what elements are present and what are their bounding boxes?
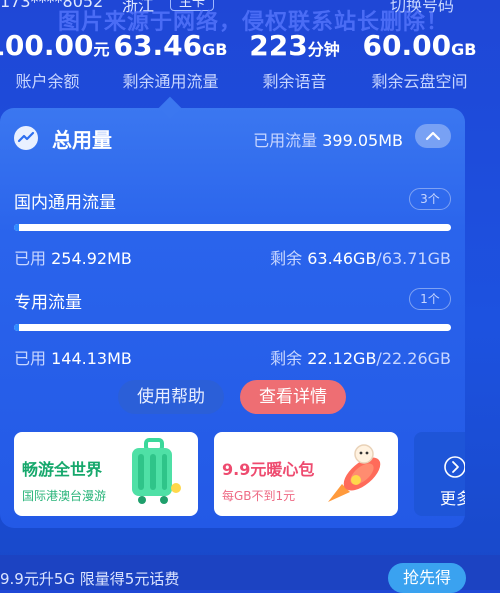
stat-label: 剩余通用流量	[122, 72, 219, 91]
rocket-icon	[328, 444, 381, 502]
section-name: 专用流量	[14, 293, 82, 313]
promo-warm-pack-card[interactable]: 9.9元暖心包 每GB不到1元	[214, 432, 398, 516]
stat-label: 账户余额	[15, 72, 80, 91]
section-count-badge[interactable]: 1个	[409, 288, 451, 310]
total-value: /63.71GB	[376, 249, 451, 268]
remaining-amount: 剩余 22.12GB/22.26GB	[270, 345, 451, 369]
remaining-amount: 剩余 63.46GB/63.71GB	[270, 245, 451, 269]
promo-subtitle: 国际港澳台漫游	[22, 489, 107, 503]
stat-value: 223	[249, 29, 308, 62]
remain-caption: 剩余	[270, 249, 303, 268]
used-caption: 已用	[14, 349, 47, 368]
used-caption: 已用	[14, 249, 47, 268]
promo-subtitle: 每GB不到1元	[222, 489, 296, 503]
stat-label: 剩余云盘空间	[371, 72, 468, 91]
promo-roaming-card[interactable]: 畅游全世界 国际港澳台漫游	[14, 432, 198, 516]
luggage-icon	[132, 438, 181, 504]
stat-remaining-voice[interactable]: 223分钟 剩余语音	[232, 30, 357, 92]
more-label: 更多	[440, 489, 465, 508]
usage-progress-bar	[14, 324, 451, 331]
total-used-value: 399.05MB	[322, 131, 403, 150]
remain-caption: 剩余	[270, 349, 303, 368]
usage-card: 总用量 已用流量 399.05MB 国内通用流量 3个 已用 254.92MB …	[0, 96, 465, 528]
used-amount: 已用 254.92MB	[14, 245, 132, 269]
usage-progress-fill	[14, 324, 20, 331]
total-value: /22.26GB	[376, 349, 451, 368]
help-button[interactable]: 使用帮助	[118, 380, 224, 414]
bottom-promo-text: 9.9元升5G 限量得5元话费	[0, 570, 180, 588]
stat-value: 63.46	[113, 29, 203, 62]
stat-unit: GB	[202, 40, 228, 59]
summary-stats: 100.00元 账户余额 63.46GB 剩余通用流量 223分钟 剩余语音 6…	[0, 30, 500, 92]
stat-unit: GB	[451, 40, 477, 59]
promo-title: 9.9元暖心包	[222, 460, 315, 479]
usage-progress-bar	[14, 224, 451, 231]
stat-label: 剩余语音	[262, 72, 327, 91]
stat-cloud-space[interactable]: 60.00GB 剩余云盘空间	[357, 30, 482, 92]
bottom-promo-bar: 9.9元升5G 限量得5元话费 抢先得	[0, 555, 500, 593]
remain-value: 63.46GB	[307, 249, 377, 268]
stat-value: 100.00	[0, 29, 94, 62]
stat-remaining-data[interactable]: 63.46GB 剩余通用流量	[108, 30, 233, 92]
grab-now-button[interactable]: 抢先得	[388, 563, 466, 593]
section-name: 国内通用流量	[14, 193, 116, 213]
promo-title: 畅游全世界	[22, 460, 103, 479]
chevron-up-icon	[425, 131, 441, 141]
usage-title-row: 总用量 已用流量 399.05MB	[14, 124, 451, 152]
stat-unit: 分钟	[307, 40, 340, 59]
stat-balance[interactable]: 100.00元 账户余额	[0, 30, 110, 92]
used-amount: 已用 144.13MB	[14, 345, 132, 369]
used-value: 144.13MB	[51, 349, 132, 368]
usage-chart-icon	[14, 126, 38, 150]
section-count-badge[interactable]: 3个	[409, 188, 451, 210]
total-used-label: 已用流量 399.05MB	[253, 127, 403, 151]
usage-progress-fill	[14, 224, 20, 231]
total-used-caption: 已用流量	[253, 131, 318, 150]
view-details-button[interactable]: 查看详情	[240, 380, 346, 414]
stat-value: 60.00	[362, 29, 452, 62]
chevron-right-circle-icon	[444, 456, 465, 478]
remain-value: 22.12GB	[307, 349, 377, 368]
card-pointer	[158, 96, 182, 120]
used-value: 254.92MB	[51, 249, 132, 268]
collapse-button[interactable]	[415, 124, 451, 148]
usage-title: 总用量	[52, 128, 112, 152]
promo-more-card[interactable]: 更多	[414, 432, 465, 516]
